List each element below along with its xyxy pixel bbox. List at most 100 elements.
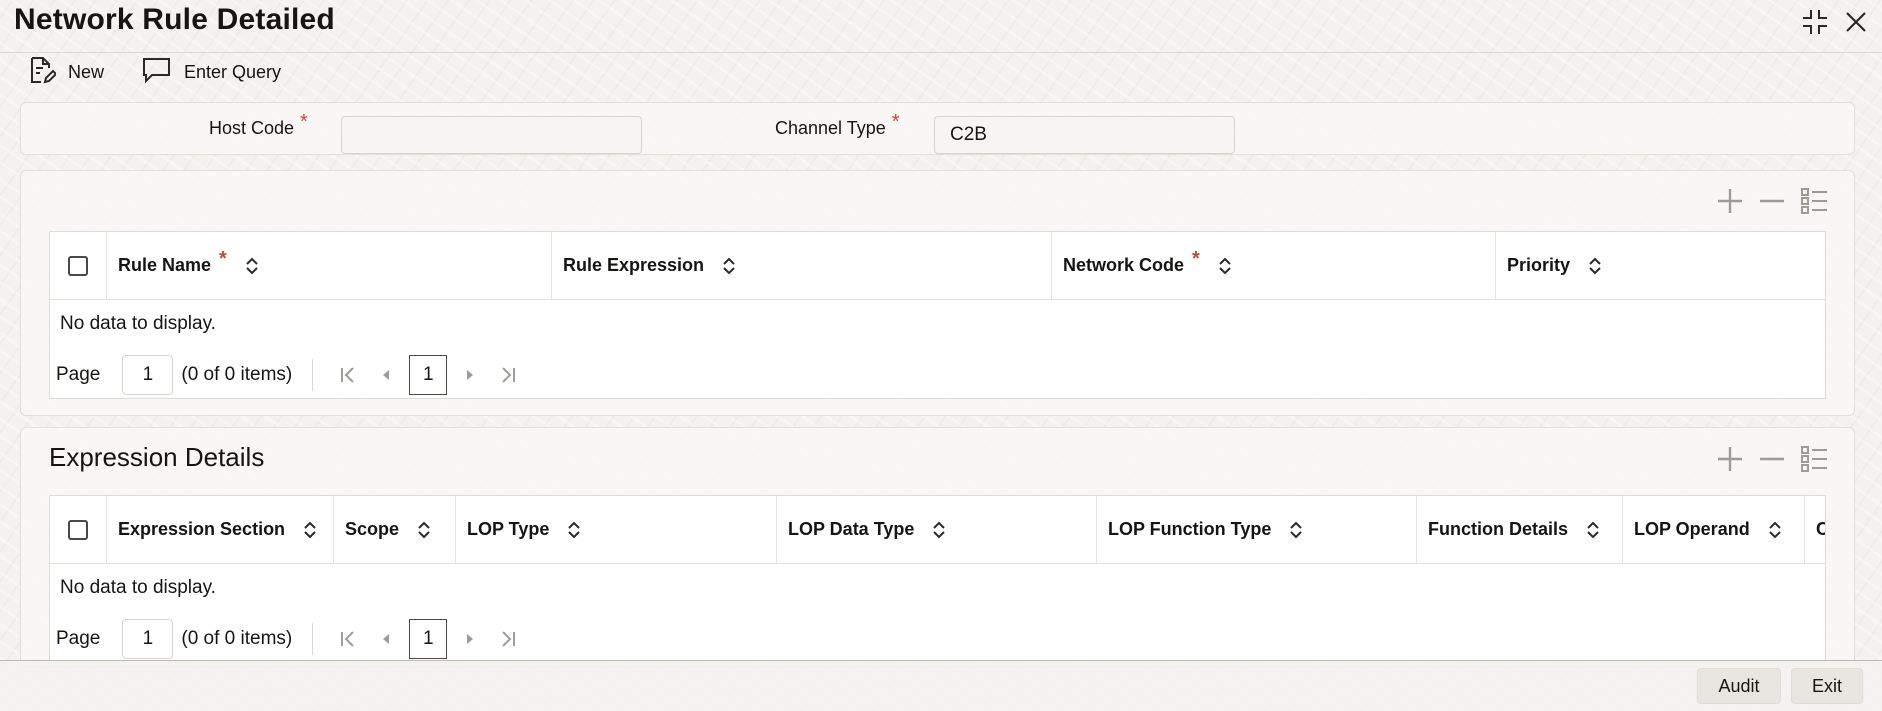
col-rule-expression[interactable]: Rule Expression: [552, 232, 1052, 299]
col-label: Function Details: [1428, 519, 1569, 539]
next-page-icon[interactable]: [451, 620, 489, 658]
sort-icon[interactable]: [932, 521, 946, 539]
close-icon[interactable]: [1838, 4, 1874, 40]
current-page-button[interactable]: 1: [409, 355, 448, 395]
empty-message: No data to display.: [60, 577, 216, 598]
expression-details-panel: Expression Details Expression Section Sc…: [20, 427, 1855, 667]
col-function-details[interactable]: Function Details: [1417, 496, 1623, 563]
network-rules-panel: Rule Name * Rule Expression Network Code…: [20, 170, 1855, 416]
col-label: LOP Type: [467, 519, 550, 539]
col-label: Expression Section: [118, 519, 286, 539]
host-code-label: Host Code *: [209, 111, 308, 140]
audit-button[interactable]: Audit: [1697, 668, 1781, 704]
remove-row-icon[interactable]: [1758, 445, 1786, 473]
channel-type-input[interactable]: C2B: [934, 116, 1235, 154]
add-row-icon[interactable]: [1716, 187, 1744, 215]
required-marker: *: [300, 111, 308, 133]
select-all-checkbox[interactable]: [68, 255, 88, 276]
required-marker: *: [1192, 248, 1200, 270]
col-label: Rule Name: [118, 255, 212, 275]
title-divider: [0, 52, 1882, 53]
required-marker: *: [219, 248, 227, 270]
page-label: Page: [56, 364, 101, 385]
new-document-icon: [28, 55, 58, 90]
sort-icon[interactable]: [1218, 257, 1232, 275]
expression-grid-header: Expression Section Scope LOP Type LOP Da…: [50, 496, 1825, 564]
rules-grid-header: Rule Name * Rule Expression Network Code…: [50, 232, 1825, 300]
rules-grid: Rule Name * Rule Expression Network Code…: [49, 231, 1826, 399]
restore-icon[interactable]: [1797, 4, 1833, 40]
required-marker: *: [891, 111, 900, 133]
previous-page-icon[interactable]: [367, 356, 405, 394]
col-label: Scope: [345, 519, 400, 539]
enter-query-label: Enter Query: [184, 61, 282, 82]
first-page-icon[interactable]: [329, 356, 367, 394]
expression-pager: Page 1 (0 of 0 items) 1: [50, 616, 1825, 662]
pager-divider: [312, 623, 314, 655]
col-label: LOP Data Type: [788, 519, 915, 539]
select-all-cell: [50, 232, 107, 299]
new-label: New: [68, 61, 105, 82]
rules-grid-actions: [1716, 187, 1828, 215]
col-lop-operand[interactable]: LOP Operand: [1623, 496, 1805, 563]
sort-icon[interactable]: [303, 521, 317, 539]
page-number-input[interactable]: 1: [122, 619, 174, 659]
host-code-input[interactable]: [341, 116, 642, 154]
sort-icon[interactable]: [1289, 521, 1303, 539]
col-label: LOP Operand: [1634, 519, 1750, 539]
exit-button[interactable]: Exit: [1791, 668, 1863, 704]
channel-type-label: Channel Type *: [775, 111, 900, 140]
channel-type-label-text: Channel Type: [775, 118, 886, 138]
next-page-icon[interactable]: [451, 356, 489, 394]
pager-divider: [312, 359, 314, 391]
items-count: (0 of 0 items): [181, 364, 293, 385]
sort-icon[interactable]: [567, 521, 581, 539]
previous-page-icon[interactable]: [367, 620, 405, 658]
select-all-checkbox[interactable]: [68, 519, 88, 540]
sort-icon[interactable]: [1586, 521, 1600, 539]
col-label: LOP Function Type: [1108, 519, 1272, 539]
last-page-icon[interactable]: [489, 620, 527, 658]
rules-pager: Page 1 (0 of 0 items) 1: [50, 352, 1825, 398]
first-page-icon[interactable]: [329, 620, 367, 658]
col-label: Network Code: [1063, 255, 1185, 275]
col-lop-data-type[interactable]: LOP Data Type: [777, 496, 1097, 563]
sort-icon[interactable]: [1588, 257, 1602, 275]
expression-grid: Expression Section Scope LOP Type LOP Da…: [49, 495, 1826, 663]
items-count: (0 of 0 items): [181, 628, 293, 649]
header-fields-panel: Host Code * Channel Type * C2B: [20, 102, 1855, 155]
sort-icon[interactable]: [417, 521, 431, 539]
speech-bubble-icon: [142, 56, 172, 89]
select-all-cell: [50, 496, 107, 563]
footer-bar: [0, 660, 1882, 711]
col-scope[interactable]: Scope: [334, 496, 456, 563]
col-expression-section[interactable]: Expression Section: [107, 496, 334, 563]
col-lop-function-type[interactable]: LOP Function Type: [1097, 496, 1417, 563]
page-label: Page: [56, 628, 101, 649]
enter-query-button[interactable]: Enter Query: [142, 54, 281, 90]
col-priority[interactable]: Priority: [1496, 232, 1825, 299]
current-page-button[interactable]: 1: [409, 619, 448, 659]
add-row-icon[interactable]: [1716, 445, 1744, 473]
last-page-icon[interactable]: [489, 356, 527, 394]
col-lop-type[interactable]: LOP Type: [456, 496, 777, 563]
empty-message: No data to display.: [60, 313, 216, 334]
section-title: Expression Details: [49, 442, 265, 472]
col-label: C: [1816, 519, 1825, 540]
col-rule-name[interactable]: Rule Name *: [107, 232, 552, 299]
page-number-input[interactable]: 1: [122, 355, 174, 395]
col-network-code[interactable]: Network Code *: [1052, 232, 1496, 299]
sort-icon[interactable]: [245, 257, 259, 275]
single-record-view-icon[interactable]: [1800, 187, 1828, 215]
expression-grid-actions: [1716, 445, 1828, 473]
page-title: Network Rule Detailed: [14, 3, 335, 36]
sort-icon[interactable]: [1768, 521, 1782, 539]
sort-icon[interactable]: [722, 257, 736, 275]
col-label: Rule Expression: [563, 255, 705, 275]
remove-row-icon[interactable]: [1758, 187, 1786, 215]
single-record-view-icon[interactable]: [1800, 445, 1828, 473]
col-label: Priority: [1507, 255, 1571, 275]
new-button[interactable]: New: [28, 54, 104, 90]
host-code-label-text: Host Code: [209, 118, 295, 138]
col-truncated[interactable]: C: [1805, 496, 1825, 563]
